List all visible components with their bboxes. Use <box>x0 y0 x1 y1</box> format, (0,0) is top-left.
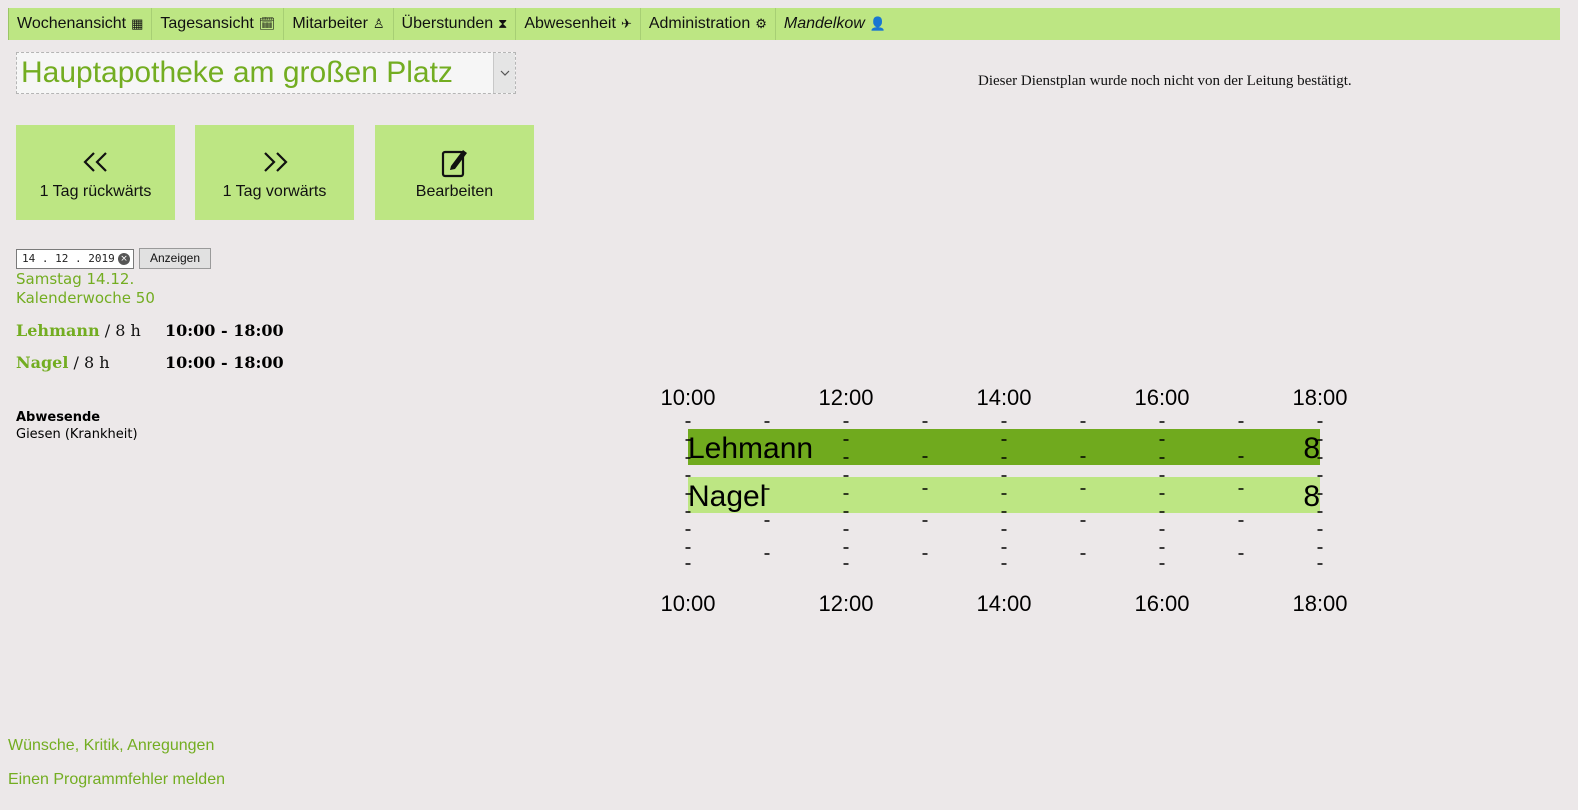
plane-icon: ✈ <box>620 16 632 31</box>
employee-link[interactable]: Lehmann <box>16 321 100 340</box>
person-icon: ♙ <box>372 16 385 31</box>
nav-label: Wochenansicht <box>17 15 127 32</box>
clear-icon[interactable]: × <box>118 253 130 265</box>
show-button[interactable]: Anzeigen <box>139 248 211 269</box>
nav-item-tagesansicht[interactable]: Tagesansicht 🗓 <box>152 8 285 40</box>
nav-label: Administration <box>648 15 751 32</box>
nav-label: Tagesansicht <box>160 15 254 32</box>
shift-bar-label: Lehmann <box>688 432 813 465</box>
chevron-down-icon[interactable] <box>493 53 515 93</box>
calendar-grid-icon: ▦ <box>131 16 144 31</box>
nav-label: Mitarbeiter <box>292 15 368 32</box>
calendar-day-icon: 🗓 <box>258 16 276 31</box>
x-tick-label-bottom: 12:00 <box>818 591 873 616</box>
double-chevron-right-icon <box>261 145 289 179</box>
shift-bar-label: Nagel <box>688 480 766 513</box>
x-tick-label-bottom: 14:00 <box>976 591 1031 616</box>
employee-link[interactable]: Nagel <box>16 353 68 372</box>
feedback-link[interactable]: Wünsche, Kritik, Anregungen <box>8 737 214 755</box>
top-navigation: Wochenansicht ▦ Tagesansicht 🗓 Mitarbeit… <box>8 8 1560 40</box>
shift-bar-hours: 8 <box>1303 432 1320 465</box>
x-tick-label-top: 16:00 <box>1134 385 1189 410</box>
day-back-button[interactable]: 1 Tag rückwärts <box>16 125 175 220</box>
nav-item-ueberstunden[interactable]: Überstunden ⧗ <box>394 8 517 40</box>
user-name: Mandelkow <box>783 15 865 32</box>
edit-button[interactable]: Bearbeiten <box>375 125 534 220</box>
nav-item-wochenansicht[interactable]: Wochenansicht ▦ <box>9 8 153 40</box>
nav-label: Überstunden <box>401 15 494 32</box>
shift-hours: / 8 h <box>68 353 110 372</box>
confirmation-note: Dieser Dienstplan wurde noch nicht von d… <box>978 73 1352 89</box>
nav-label: Abwesenheit <box>524 15 616 32</box>
shift-bar-hours: 8 <box>1303 480 1320 513</box>
day-label: Samstag 14.12. <box>16 270 135 288</box>
edit-label: Bearbeiten <box>415 182 494 200</box>
branch-select-value: Hauptapotheke am großen Platz <box>21 56 453 89</box>
user-icon: 👤 <box>869 16 886 31</box>
edit-icon <box>441 145 469 179</box>
x-tick-label-top: 18:00 <box>1292 385 1347 410</box>
shift-row: Lehmann / 8 h 10:00 - 18:00 <box>16 321 284 340</box>
day-back-label: 1 Tag rückwärts <box>39 182 152 200</box>
nav-item-mitarbeiter[interactable]: Mitarbeiter ♙ <box>284 8 394 40</box>
absence-entry: Giesen (Krankheit) <box>16 427 138 442</box>
date-input[interactable]: 14 . 12 . 2019 × <box>16 249 134 269</box>
x-tick-label-top: 10:00 <box>660 385 715 410</box>
shift-hours: / 8 h <box>99 321 141 340</box>
bug-report-link[interactable]: Einen Programmfehler melden <box>8 771 225 789</box>
date-input-value: 14 . 12 . 2019 <box>22 252 115 265</box>
hourglass-icon: ⧗ <box>498 16 508 31</box>
gear-icon: ⚙ <box>755 16 767 31</box>
double-chevron-left-icon <box>82 145 110 179</box>
x-tick-label-bottom: 18:00 <box>1292 591 1347 616</box>
schedule-chart: 10:00 10:00 12:00 12:00 14:00 14:00 16:00 16:00… <box>660 385 1347 616</box>
absences-title: Abwesende <box>16 410 101 425</box>
nav-item-abwesenheit[interactable]: Abwesenheit ✈ <box>516 8 641 40</box>
x-tick-label-bottom: 16:00 <box>1134 591 1189 616</box>
x-tick-label-top: 14:00 <box>976 385 1031 410</box>
shift-time: 10:00 - 18:00 <box>165 353 284 372</box>
shift-row: Nagel / 8 h 10:00 - 18:00 <box>16 353 284 372</box>
branch-select[interactable]: Hauptapotheke am großen Platz <box>16 52 516 94</box>
day-forward-button[interactable]: 1 Tag vorwärts <box>195 125 354 220</box>
week-label: Kalenderwoche 50 <box>16 289 155 307</box>
shift-bar <box>688 477 1320 513</box>
x-tick-label-top: 12:00 <box>818 385 873 410</box>
nav-item-administration[interactable]: Administration ⚙ <box>641 8 776 40</box>
day-forward-label: 1 Tag vorwärts <box>222 182 327 200</box>
shift-time: 10:00 - 18:00 <box>165 321 284 340</box>
nav-item-user[interactable]: Mandelkow 👤 <box>776 8 894 40</box>
x-tick-label-bottom: 10:00 <box>660 591 715 616</box>
